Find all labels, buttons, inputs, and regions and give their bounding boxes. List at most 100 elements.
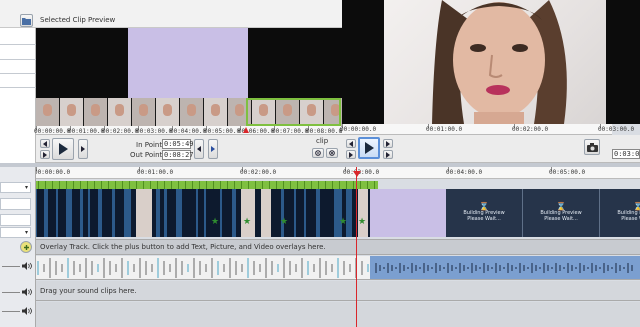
building-preview-placeholder[interactable]: ⌛Building PreviewPlease Wait... xyxy=(446,189,524,237)
star-icon[interactable]: ★ xyxy=(358,217,366,227)
marker-tick xyxy=(108,181,109,189)
snapshot-button[interactable] xyxy=(584,139,600,155)
clip-playhead-marker[interactable] xyxy=(243,127,249,133)
ruler-label: 00:08:00.0 xyxy=(306,128,343,135)
filmstrip-frame xyxy=(180,98,203,126)
folder-button[interactable] xyxy=(20,14,33,27)
video-frame xyxy=(66,189,72,237)
clip-filmstrip[interactable] xyxy=(36,98,342,126)
marker-tick xyxy=(290,181,291,189)
star-icon[interactable]: ★ xyxy=(339,217,347,227)
out-point-field[interactable]: 0:08:27.3 xyxy=(162,150,202,160)
marker-tick xyxy=(129,181,130,189)
seq-end-button[interactable] xyxy=(383,150,393,159)
sequence-ruler[interactable]: 00:00:00.0 00:01:00.0 00:02:00.0 00:03:00.0 xyxy=(340,124,634,135)
video-frame xyxy=(241,189,255,237)
play-icon xyxy=(59,143,68,155)
ruler-label: 00:01:00.0 xyxy=(426,126,463,133)
plus-icon xyxy=(23,244,29,250)
filmstrip-frame xyxy=(108,98,131,126)
timeline-playhead-handle[interactable] xyxy=(353,171,361,177)
marker-tick xyxy=(374,181,375,189)
ruler-label: 00:00:00.0 xyxy=(34,128,71,135)
zoom-out-button[interactable] xyxy=(312,148,324,158)
clip-play-button[interactable] xyxy=(52,138,74,160)
audio-track[interactable] xyxy=(36,256,640,280)
presenter-face xyxy=(432,0,567,124)
step-forward-icon xyxy=(81,146,85,152)
marker-tick xyxy=(248,181,249,189)
clip-ruler[interactable]: 00:00:00.0 00:01:00.0 00:02:00.0 00:03:00.0… xyxy=(34,126,376,135)
ruler-label: 00:01:00.0 xyxy=(68,128,105,135)
sidebar-row[interactable] xyxy=(0,59,36,60)
track-control[interactable] xyxy=(0,214,31,226)
seq-step-forward-button[interactable] xyxy=(346,150,356,159)
step-forward-button[interactable] xyxy=(40,150,50,159)
step-forward-icon xyxy=(386,140,390,147)
sidebar-row[interactable] xyxy=(0,73,36,74)
ruler-label: 00:04:00.0 xyxy=(446,169,483,176)
audio-waveform xyxy=(37,258,633,278)
empty-track[interactable] xyxy=(36,302,640,327)
video-clip-strip[interactable]: ★ ★ ★ ★ ★ xyxy=(36,189,370,237)
marker-tick xyxy=(38,181,39,189)
sidebar-row[interactable] xyxy=(0,44,36,45)
marker-tick xyxy=(136,181,137,189)
sound-track[interactable]: Drag your sound clips here. xyxy=(36,281,640,301)
timeline-playhead[interactable] xyxy=(356,167,357,327)
zoom-in-button[interactable] xyxy=(326,148,338,158)
set-in-button[interactable] xyxy=(194,139,204,159)
video-frame xyxy=(156,189,160,237)
volume-slider[interactable] xyxy=(2,311,20,312)
volume-slider[interactable] xyxy=(2,266,20,267)
star-icon[interactable]: ★ xyxy=(211,217,219,227)
lavender-clip[interactable] xyxy=(370,189,446,237)
video-frame xyxy=(88,189,90,237)
marker-tick xyxy=(101,181,102,189)
star-icon[interactable]: ★ xyxy=(280,217,288,227)
placeholder-line: Please Wait... xyxy=(467,216,501,222)
in-point-label: In Point xyxy=(136,141,163,149)
ruler-label: 00:00:00.0 xyxy=(340,126,377,133)
seq-next-button[interactable] xyxy=(383,139,393,148)
step-back-button[interactable] xyxy=(40,139,50,148)
track-control[interactable] xyxy=(0,198,31,210)
seq-step-back-button[interactable] xyxy=(346,139,356,148)
sequence-preview-area xyxy=(342,0,640,124)
marker-tick xyxy=(332,181,333,189)
volume-speaker[interactable] xyxy=(22,262,32,272)
set-out-button[interactable] xyxy=(208,139,218,159)
timeline-ruler[interactable]: 00:00:00.0 00:01:00.0 00:02:00.0 00:03:00.0… xyxy=(34,167,640,179)
star-icon[interactable]: ★ xyxy=(243,217,251,227)
marker-tick xyxy=(227,181,228,189)
overlay-track[interactable]: Overlay Track. Click the plus button to … xyxy=(36,239,640,255)
timeline-marker-bar[interactable] xyxy=(36,181,378,189)
marker-tick xyxy=(262,181,263,189)
placeholder-line: Please Wait... xyxy=(544,216,578,222)
volume-slider[interactable] xyxy=(2,292,20,293)
volume-speaker[interactable] xyxy=(22,288,32,298)
marker-tick xyxy=(297,181,298,189)
toolbar-title: Selected Clip Preview xyxy=(40,16,116,24)
volume-speaker[interactable] xyxy=(22,307,32,317)
sidebar-row[interactable] xyxy=(0,87,36,88)
marker-tick xyxy=(276,181,277,189)
marker-tick xyxy=(353,181,354,189)
building-preview-placeholder[interactable]: ⌛Building PreviewPlease Wait... xyxy=(600,189,640,237)
add-overlay-button[interactable] xyxy=(20,241,32,253)
clip-tab[interactable]: clip xyxy=(316,137,328,145)
ruler-label: 00:03:00.0 xyxy=(598,126,635,133)
building-preview-placeholder[interactable]: ⌛Building PreviewPlease Wait... xyxy=(523,189,601,237)
track-dropdown[interactable]: ▾ xyxy=(0,227,31,238)
sequence-play-button[interactable] xyxy=(358,137,380,159)
video-track[interactable]: ★ ★ ★ ★ ★ ⌛ Building Preview Please Wait... ⌛ Bu… xyxy=(36,189,640,237)
sequence-time-field[interactable]: 0:03:03.1 xyxy=(612,149,640,159)
clip-loop-button[interactable] xyxy=(78,139,88,159)
trim-selection[interactable] xyxy=(246,98,341,126)
marker-tick xyxy=(94,181,95,189)
placeholder-line: Please Wait... xyxy=(621,216,640,222)
marker-tick xyxy=(269,181,270,189)
in-point-field[interactable]: 0:05:49.5 xyxy=(162,139,202,149)
track-dropdown[interactable]: ▾ xyxy=(0,182,31,193)
video-frame xyxy=(124,189,131,237)
